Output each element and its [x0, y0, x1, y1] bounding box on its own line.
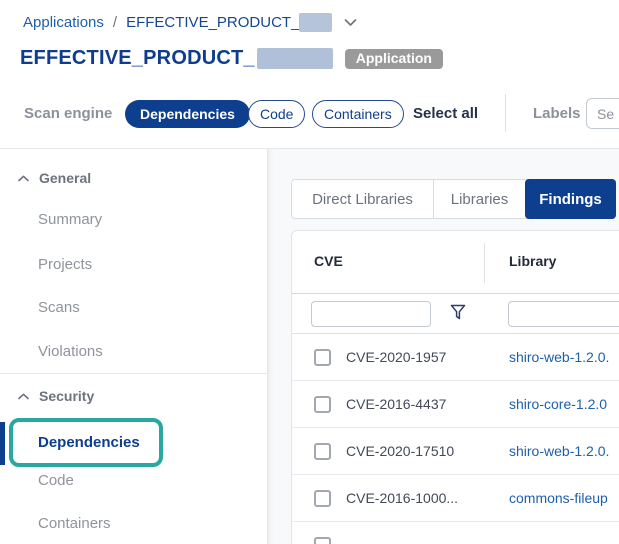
cve-cell: CVE-2016-1000... — [346, 490, 492, 506]
column-header-library[interactable]: Library — [509, 253, 556, 269]
sidebar: General Summary Projects Scans Violation… — [0, 149, 267, 544]
row-select-checkbox[interactable] — [314, 349, 331, 366]
sidebar-section-general[interactable]: General — [18, 169, 91, 187]
main-content: Direct Libraries Libraries Findings CVE … — [267, 149, 619, 544]
sidebar-section-label: General — [39, 170, 91, 186]
scan-engine-bar: Scan engine Dependencies Code Containers… — [0, 0, 619, 149]
cve-cell: CVE-2016-4437 — [346, 396, 492, 412]
sidebar-item-containers[interactable]: Containers — [38, 514, 111, 534]
library-link[interactable]: shiro-web-1.2.0. — [509, 443, 609, 459]
table-header-row: CVE Library — [292, 231, 619, 294]
labels-search-input[interactable] — [586, 98, 619, 129]
findings-table: CVE Library CVE-2020-1957 shiro-web-1.2.… — [291, 230, 619, 544]
filter-funnel-icon[interactable] — [450, 304, 466, 321]
sidebar-item-summary[interactable]: Summary — [38, 210, 102, 230]
select-all-button[interactable]: Select all — [413, 105, 478, 122]
sidebar-item-scans[interactable]: Scans — [38, 298, 80, 318]
library-filter-input[interactable] — [508, 301, 619, 327]
tab-libraries[interactable]: Libraries — [433, 180, 525, 218]
row-select-checkbox[interactable] — [314, 537, 331, 544]
column-separator — [484, 243, 485, 283]
cve-cell: CVE-2020-1957 — [346, 349, 492, 365]
table-row: CVE-2020-1957 shiro-web-1.2.0. — [292, 334, 619, 381]
sidebar-section-label: Security — [39, 388, 94, 404]
table-row: CVE-2016-4437 shiro-core-1.2.0 — [292, 381, 619, 428]
chevron-up-icon — [18, 387, 29, 405]
tab-findings[interactable]: Findings — [525, 179, 616, 219]
row-select-checkbox[interactable] — [314, 443, 331, 460]
sidebar-item-projects[interactable]: Projects — [38, 255, 92, 275]
active-item-indicator — [0, 422, 5, 465]
sidebar-item-code[interactable]: Code — [38, 471, 74, 491]
sidebar-item-dependencies[interactable]: Dependencies — [38, 434, 140, 451]
vertical-divider — [505, 94, 506, 132]
scan-engine-label: Scan engine — [24, 105, 112, 122]
chevron-up-icon — [18, 169, 29, 187]
library-link[interactable]: commons-fileup — [509, 490, 608, 506]
scan-engine-pill-code[interactable]: Code — [248, 100, 305, 128]
sidebar-section-security[interactable]: Security — [18, 387, 94, 405]
table-filter-row — [292, 294, 619, 334]
library-link[interactable]: shiro-web-1.2.0. — [509, 349, 609, 365]
table-row: CVE-2020-17510 shiro-web-1.2.0. — [292, 428, 619, 475]
tab-direct-libraries[interactable]: Direct Libraries — [292, 180, 433, 218]
library-link[interactable]: shiro-core-1.2.0 — [509, 396, 607, 412]
column-header-cve[interactable]: CVE — [314, 253, 343, 269]
cve-cell: CVE-2020-17510 — [346, 443, 492, 459]
cve-filter-input[interactable] — [311, 301, 431, 327]
libraries-tab-group: Direct Libraries Libraries Findings — [291, 179, 616, 219]
page-header: Applications / EFFECTIVE_PRODUCT_ EFFECT… — [0, 0, 619, 149]
dependencies-highlight-annotation: Dependencies — [9, 418, 163, 467]
sidebar-divider — [0, 373, 267, 374]
row-select-checkbox[interactable] — [314, 396, 331, 413]
scan-engine-pill-containers[interactable]: Containers — [312, 100, 404, 128]
labels-label: Labels — [533, 105, 581, 122]
table-row-partial — [292, 522, 619, 544]
table-row: CVE-2016-1000... commons-fileup — [292, 475, 619, 522]
row-select-checkbox[interactable] — [314, 490, 331, 507]
sidebar-item-violations[interactable]: Violations — [38, 342, 103, 362]
scan-engine-pill-dependencies[interactable]: Dependencies — [125, 100, 250, 128]
